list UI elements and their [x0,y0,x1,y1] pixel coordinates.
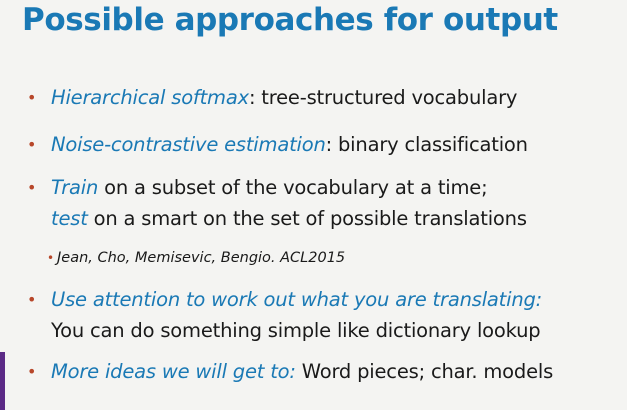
bullet-rest: Word pieces; char. models [295,360,554,383]
bullet-rest: : tree-structured vocabulary [248,86,518,109]
bullet-emphasis: Use attention to work out what you are t… [51,288,543,311]
slide-title: Possible approaches for output [22,2,558,38]
sub-bullet-text: Jean, Cho, Memisevic, Bengio. ACL2015 [57,250,346,266]
bullet-rest: on a subset of the vocabulary at a time; [98,176,488,199]
bullet-text: Noise-contrastive estimation: binary cla… [51,133,528,157]
bullet-text-line2: You can do something simple like diction… [51,319,541,342]
bullet-icon: • [27,362,37,381]
bullet-rest: : binary classification [325,133,528,156]
bullet-text: More ideas we will get to: Word pieces; … [51,360,553,384]
bullet-emphasis: More ideas we will get to: [51,360,296,383]
bullet-icon: • [27,135,37,154]
bullet-emphasis: Hierarchical softmax [51,86,249,109]
sub-bullet-icon: • [47,251,55,265]
bullet-emphasis: Noise-contrastive estimation [51,133,326,156]
bullet-text: Train on a subset of the vocabulary at a… [51,176,488,200]
accent-bar [0,352,5,410]
bullet-emphasis-2: test [51,207,88,230]
bullet-emphasis: Train [51,176,99,199]
bullet-icon: • [27,290,37,309]
sub-bullet-item: • Jean, Cho, Memisevic, Bengio. ACL2015 [47,248,346,268]
bullet-rest-2: on a smart on the set of possible transl… [87,207,527,230]
bullet-icon: • [27,88,37,107]
bullet-text-line2: test on a smart on the set of possible t… [51,207,527,231]
bullet-text: Hierarchical softmax: tree-structured vo… [51,86,517,110]
bullet-icon: • [27,178,37,197]
slide: Possible approaches for output • Hierarc… [0,0,627,410]
